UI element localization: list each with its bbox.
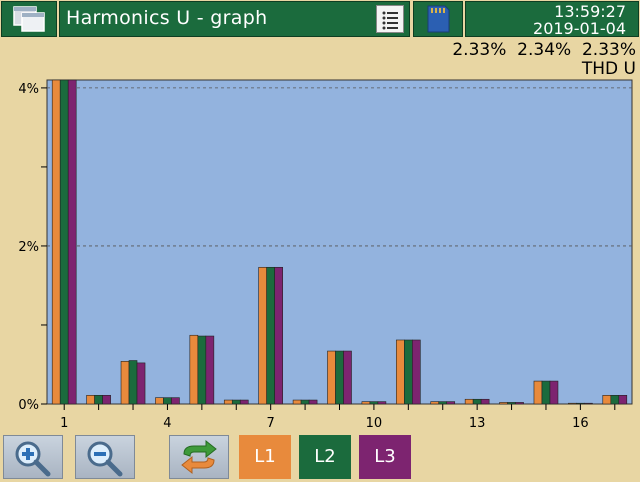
bar-l2-h15 <box>541 380 551 405</box>
thd-values: 2.33% 2.34% 2.33% <box>452 40 636 60</box>
bar-l2-h3 <box>128 360 138 405</box>
bar-l2-h17 <box>610 395 620 405</box>
x-tick-label: 4 <box>163 416 171 431</box>
bar-l1-h13 <box>464 398 474 405</box>
title-bar: Harmonics U - graph <box>59 1 410 37</box>
phase-l3-button[interactable]: L3 <box>359 435 411 479</box>
bar-l2-h2 <box>94 395 103 405</box>
x-tick-label: 1 <box>60 416 68 431</box>
bar-l3-h9 <box>343 350 352 405</box>
bar-l2-h9 <box>335 350 344 405</box>
windows-icon <box>13 6 45 32</box>
x-tick-label: 10 <box>366 416 383 431</box>
bar-l3-h10 <box>377 401 387 405</box>
bar-l2-h7 <box>266 266 275 405</box>
list-menu-button[interactable] <box>376 5 404 33</box>
bar-l3-h15 <box>549 380 559 405</box>
bar-l2-h11 <box>404 339 413 405</box>
clock-date: 2019-01-04 <box>533 19 626 38</box>
y-tick-label: 2% <box>18 240 39 255</box>
bar-l3-h3 <box>136 362 146 405</box>
page-title: Harmonics U - graph <box>66 7 268 29</box>
bar-l3-h11 <box>412 339 421 405</box>
bar-l1-h12 <box>430 401 440 405</box>
sd-card-button[interactable] <box>413 1 463 37</box>
bar-l3-h16 <box>584 402 593 405</box>
y-tick-label: 0% <box>18 398 39 413</box>
bar-l1-h9 <box>327 350 336 405</box>
bar-l3-h7 <box>274 266 283 405</box>
clock: 13:59:27 2019-01-04 <box>465 1 639 38</box>
zoom-out-button[interactable] <box>75 435 135 479</box>
top-bar: Harmonics U - graph 13:59:27 2019-01-04 <box>0 0 640 40</box>
bar-l1-h2 <box>86 395 95 405</box>
bar-l3-h6 <box>239 399 249 405</box>
zoom-in-icon <box>15 441 51 477</box>
bar-l1-h14 <box>499 402 508 405</box>
bar-l3-h5 <box>205 335 215 405</box>
x-tick-label: 7 <box>267 416 275 431</box>
swap-icon <box>181 439 217 475</box>
bar-l2-h12 <box>438 401 448 405</box>
bar-l2-h8 <box>300 399 310 405</box>
swap-button[interactable] <box>169 435 229 479</box>
list-icon <box>382 11 398 30</box>
bar-l1-h17 <box>602 395 612 405</box>
zoom-out-icon <box>87 441 123 477</box>
bottom-toolbar: L1 L2 L3 <box>0 432 640 480</box>
bar-l2-h5 <box>197 335 207 405</box>
bar-l2-h16 <box>576 402 585 405</box>
bar-l2-h1 <box>59 79 69 405</box>
bar-l1-h5 <box>189 334 199 405</box>
bar-l3-h2 <box>102 395 111 405</box>
bar-l2-h14 <box>507 402 516 405</box>
bar-l1-h8 <box>292 399 302 405</box>
bar-l3-h14 <box>515 402 524 405</box>
bar-l1-h11 <box>396 339 405 405</box>
bar-l1-h15 <box>533 380 543 405</box>
sd-card-icon <box>427 5 450 33</box>
bar-l3-h1 <box>67 79 77 405</box>
harmonics-chart: 4% 2% 0% 1 4 7 10 13 16 <box>18 79 633 431</box>
bar-l2-h4 <box>163 397 172 405</box>
bar-l3-h12 <box>446 401 456 405</box>
bar-l3-h4 <box>171 397 180 405</box>
bar-l3-h13 <box>480 398 490 405</box>
bar-l3-h8 <box>308 399 318 405</box>
x-tick-label: 16 <box>572 416 589 431</box>
bar-l1-h1 <box>51 79 61 405</box>
zoom-in-button[interactable] <box>3 435 63 479</box>
bar-l1-h6 <box>223 399 233 405</box>
bar-l2-h6 <box>231 399 241 405</box>
bar-l2-h10 <box>369 401 379 405</box>
bar-l3-h17 <box>618 395 628 405</box>
bar-l1-h10 <box>361 401 371 405</box>
phase-l2-button[interactable]: L2 <box>299 435 351 479</box>
phase-l1-button[interactable]: L1 <box>239 435 291 479</box>
bar-l1-h16 <box>568 402 577 405</box>
bar-l1-h4 <box>155 397 164 405</box>
bar-l1-h3 <box>120 361 130 405</box>
windows-button[interactable] <box>1 1 57 37</box>
bar-l2-h13 <box>472 398 482 405</box>
bar-l1-h7 <box>258 266 267 405</box>
x-tick-label: 13 <box>469 416 486 431</box>
y-tick-label: 4% <box>18 82 39 97</box>
